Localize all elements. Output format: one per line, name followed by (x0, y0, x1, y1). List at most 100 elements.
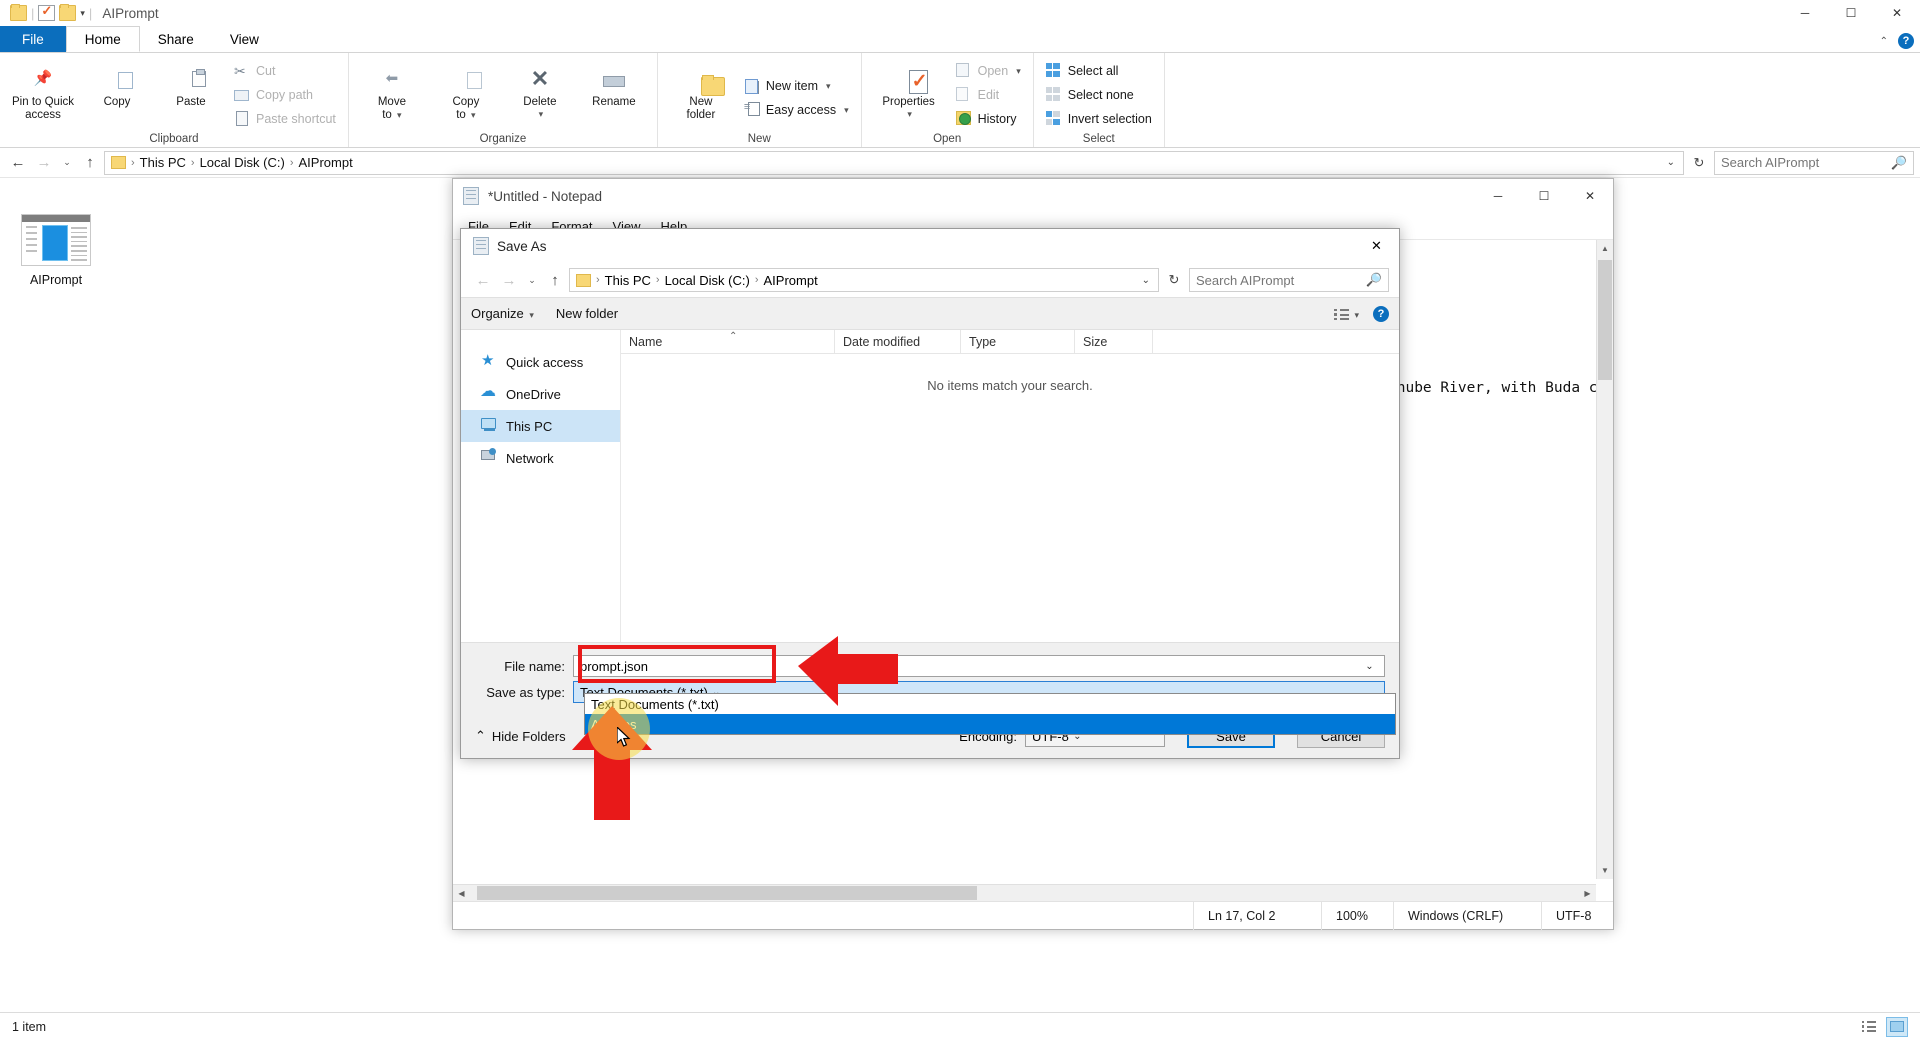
easy-access-button[interactable]: Easy access ▾ (740, 100, 853, 121)
tab-file[interactable]: File (0, 26, 66, 52)
delete-button[interactable]: Delete ▾ (503, 56, 577, 134)
chevron-down-icon[interactable]: ▾ (1354, 310, 1359, 320)
breadcrumb[interactable]: › This PC › Local Disk (C:) › AIPrompt ⌄ (569, 268, 1159, 292)
breadcrumb-separator: › (289, 156, 294, 169)
details-view-icon[interactable] (1858, 1017, 1880, 1037)
column-header-name[interactable]: Name (621, 329, 835, 354)
edit-button[interactable]: Edit (952, 85, 1025, 106)
close-button[interactable]: ✕ (1874, 0, 1920, 26)
refresh-icon[interactable]: ↻ (1161, 268, 1187, 292)
hide-folders-button[interactable]: ⌃ Hide Folders (475, 728, 566, 744)
dropdown-option-all-files[interactable]: All Files (585, 714, 1395, 734)
search-input[interactable]: Search AIPrompt 🔍 (1714, 150, 1914, 175)
up-button[interactable]: ↑ (543, 268, 567, 292)
nav-item-onedrive[interactable]: OneDrive (461, 378, 620, 410)
nav-item-this-pc[interactable]: This PC (461, 410, 620, 442)
minimize-button[interactable]: ─ (1782, 0, 1828, 26)
close-button[interactable]: ✕ (1567, 179, 1613, 213)
column-header-type[interactable]: Type (961, 329, 1075, 354)
breadcrumb-separator: › (596, 274, 600, 286)
folder-icon[interactable] (59, 4, 77, 21)
scrollbar-thumb[interactable] (1598, 260, 1612, 380)
breadcrumb-local-disk[interactable]: Local Disk (C:) (665, 273, 750, 288)
paste-shortcut-button[interactable]: Paste shortcut (230, 109, 340, 130)
vertical-scrollbar[interactable]: ▲ ▼ (1596, 240, 1613, 879)
file-list-pane[interactable]: Name Date modified Type Size ⌃ No items … (621, 329, 1399, 642)
up-button[interactable]: ↑ (78, 151, 102, 175)
save-as-type-dropdown[interactable]: Text Documents (*.txt) All Files (584, 693, 1396, 735)
copy-path-button[interactable]: Copy path (230, 85, 340, 106)
tab-share[interactable]: Share (140, 26, 212, 52)
chevron-down-icon[interactable]: ⌄ (1361, 661, 1378, 672)
large-icons-view-icon[interactable] (1886, 1016, 1908, 1037)
open-button[interactable]: Open ▾ (952, 61, 1025, 82)
recent-locations-icon[interactable]: ⌄ (58, 151, 76, 175)
properties-button[interactable]: Properties ▾ (868, 56, 950, 134)
help-icon[interactable]: ? (1898, 33, 1914, 49)
chevron-down-icon[interactable]: ▾ (80, 8, 85, 19)
close-button[interactable]: ✕ (1354, 229, 1399, 263)
nav-item-network[interactable]: Network (461, 442, 620, 474)
recent-locations-icon[interactable]: ⌄ (523, 268, 541, 292)
breadcrumb[interactable]: › This PC › Local Disk (C:) › AIPrompt ⌄ (104, 150, 1684, 175)
chevron-down-icon[interactable]: ▾ (1016, 66, 1021, 77)
history-button[interactable]: History (952, 109, 1025, 130)
chevron-down-icon[interactable]: ▾ (471, 110, 476, 120)
refresh-icon[interactable]: ↻ (1686, 151, 1712, 175)
column-header-date-modified[interactable]: Date modified (835, 329, 961, 354)
back-button[interactable]: ← (6, 151, 30, 175)
folder-icon[interactable] (10, 4, 27, 21)
breadcrumb-local-disk[interactable]: Local Disk (C:) (200, 155, 285, 170)
scroll-left-icon[interactable]: ◀ (453, 885, 470, 901)
properties-check-icon[interactable] (38, 3, 56, 21)
pin-to-quick-access-button[interactable]: Pin to Quickaccess (6, 56, 80, 134)
quick-access-toolbar[interactable]: | ▾ | (4, 3, 92, 21)
select-none-button[interactable]: Select none (1042, 85, 1156, 106)
scroll-up-icon[interactable]: ▲ (1597, 240, 1613, 257)
horizontal-scrollbar[interactable]: ◀ ▶ (453, 884, 1596, 901)
chevron-down-icon[interactable]: ▾ (907, 109, 912, 119)
scroll-down-icon[interactable]: ▼ (1597, 862, 1613, 879)
help-icon[interactable]: ? (1373, 305, 1389, 322)
dropdown-option-text-documents[interactable]: Text Documents (*.txt) (585, 694, 1395, 714)
search-input[interactable]: Search AIPrompt 🔍 (1189, 268, 1389, 292)
forward-button[interactable]: → (32, 151, 56, 175)
collapse-ribbon-icon[interactable]: ⌃ (1880, 36, 1888, 47)
new-folder-button[interactable]: New folder (664, 56, 738, 134)
rename-button[interactable]: Rename (577, 56, 651, 134)
organize-button[interactable]: Organize ▾ (471, 306, 534, 321)
move-to-button[interactable]: Moveto ▾ (355, 56, 429, 134)
view-options-icon[interactable]: ▾ (1334, 306, 1359, 321)
chevron-down-icon[interactable]: ▾ (529, 310, 534, 320)
tab-home[interactable]: Home (65, 26, 140, 52)
chevron-down-icon[interactable]: ⌄ (1667, 157, 1677, 168)
back-button[interactable]: ← (471, 268, 495, 292)
chevron-down-icon[interactable]: ▾ (397, 110, 402, 120)
chevron-down-icon[interactable]: ▾ (844, 105, 849, 116)
invert-selection-button[interactable]: Invert selection (1042, 109, 1156, 130)
column-header-size[interactable]: Size (1075, 329, 1153, 354)
breadcrumb-this-pc[interactable]: This PC (140, 155, 186, 170)
select-all-button[interactable]: Select all (1042, 61, 1156, 82)
scroll-right-icon[interactable]: ▶ (1579, 885, 1596, 901)
chevron-down-icon[interactable]: ⌄ (1142, 275, 1152, 286)
tab-view[interactable]: View (212, 26, 277, 52)
copy-to-button[interactable]: Copy to ▾ (429, 56, 503, 134)
paste-button[interactable]: Paste (154, 56, 228, 134)
copy-button[interactable]: Copy (80, 56, 154, 134)
new-folder-button[interactable]: New folder (556, 306, 618, 321)
chevron-down-icon[interactable]: ▾ (539, 109, 544, 119)
nav-item-quick-access[interactable]: Quick access (461, 346, 620, 378)
cut-button[interactable]: Cut (230, 61, 340, 82)
maximize-button[interactable]: ☐ (1828, 0, 1874, 26)
breadcrumb-aiprompt[interactable]: AIPrompt (764, 273, 818, 288)
new-item-button[interactable]: New item ▾ (740, 76, 853, 97)
scrollbar-thumb[interactable] (477, 886, 977, 900)
chevron-down-icon[interactable]: ▾ (826, 81, 831, 92)
breadcrumb-this-pc[interactable]: This PC (605, 273, 651, 288)
breadcrumb-aiprompt[interactable]: AIPrompt (299, 155, 353, 170)
minimize-button[interactable]: ─ (1475, 179, 1521, 213)
forward-button[interactable]: → (497, 268, 521, 292)
list-item[interactable]: AIPrompt (18, 214, 94, 287)
maximize-button[interactable]: ☐ (1521, 179, 1567, 213)
